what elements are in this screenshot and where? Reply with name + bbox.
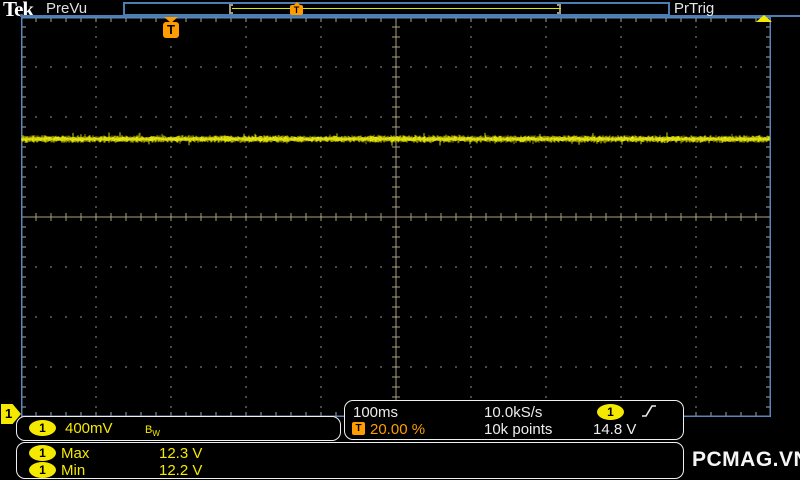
ch1-trace xyxy=(21,17,771,417)
channel1-scale: 400mV xyxy=(65,420,113,437)
record-start-bracket xyxy=(229,4,233,14)
sample-rate: 10.0kS/s xyxy=(484,404,542,421)
trigger-t-icon: T xyxy=(290,5,303,15)
channel1-badge: 1 xyxy=(29,420,56,436)
trigger-position-percent: 20.00 % xyxy=(370,421,425,438)
channel1-badge: 1 xyxy=(29,445,56,461)
trigger-level-offscreen-arrow-icon xyxy=(756,15,772,22)
trigger-t-icon: T xyxy=(163,22,179,38)
record-waveform-line xyxy=(232,8,561,9)
record-length: 10k points xyxy=(484,421,552,438)
trigger-t-icon: T xyxy=(352,422,365,435)
bandwidth-limit-icon: BW xyxy=(145,420,160,438)
measurement-value: 12.3 V xyxy=(159,445,202,462)
record-end-bracket xyxy=(557,4,561,14)
measurements-box: 1 Max 12.3 V 1 Min 12.2 V xyxy=(16,442,684,479)
channel1-readout-box: 1 400mV BW xyxy=(16,416,341,441)
measurement-value: 12.2 V xyxy=(159,462,202,479)
trigger-level: 14.8 V xyxy=(593,421,636,438)
trigger-state-label: PrTrig xyxy=(674,0,714,17)
horizontal-trigger-readout-box: 100ms 10.0kS/s 1 T 20.00 % 10k points 14… xyxy=(344,400,684,440)
measurement-label: Min xyxy=(61,462,85,479)
record-view-bar: T xyxy=(123,2,670,16)
trigger-position-marker: T xyxy=(163,17,180,41)
trigger-source-badge: 1 xyxy=(597,404,624,420)
record-trigger-position-marker: T xyxy=(290,2,304,16)
pcmag-watermark: PCMAG.VN xyxy=(692,448,800,472)
time-per-division: 100ms xyxy=(353,404,398,421)
channel1-badge: 1 xyxy=(29,462,56,478)
graticule xyxy=(21,17,771,417)
measurement-label: Max xyxy=(61,445,89,462)
oscilloscope-screen: Tek PreVu T PrTrig T 1 1 400mV BW 100ms … xyxy=(0,0,800,480)
rising-edge-slope-icon xyxy=(641,404,658,419)
